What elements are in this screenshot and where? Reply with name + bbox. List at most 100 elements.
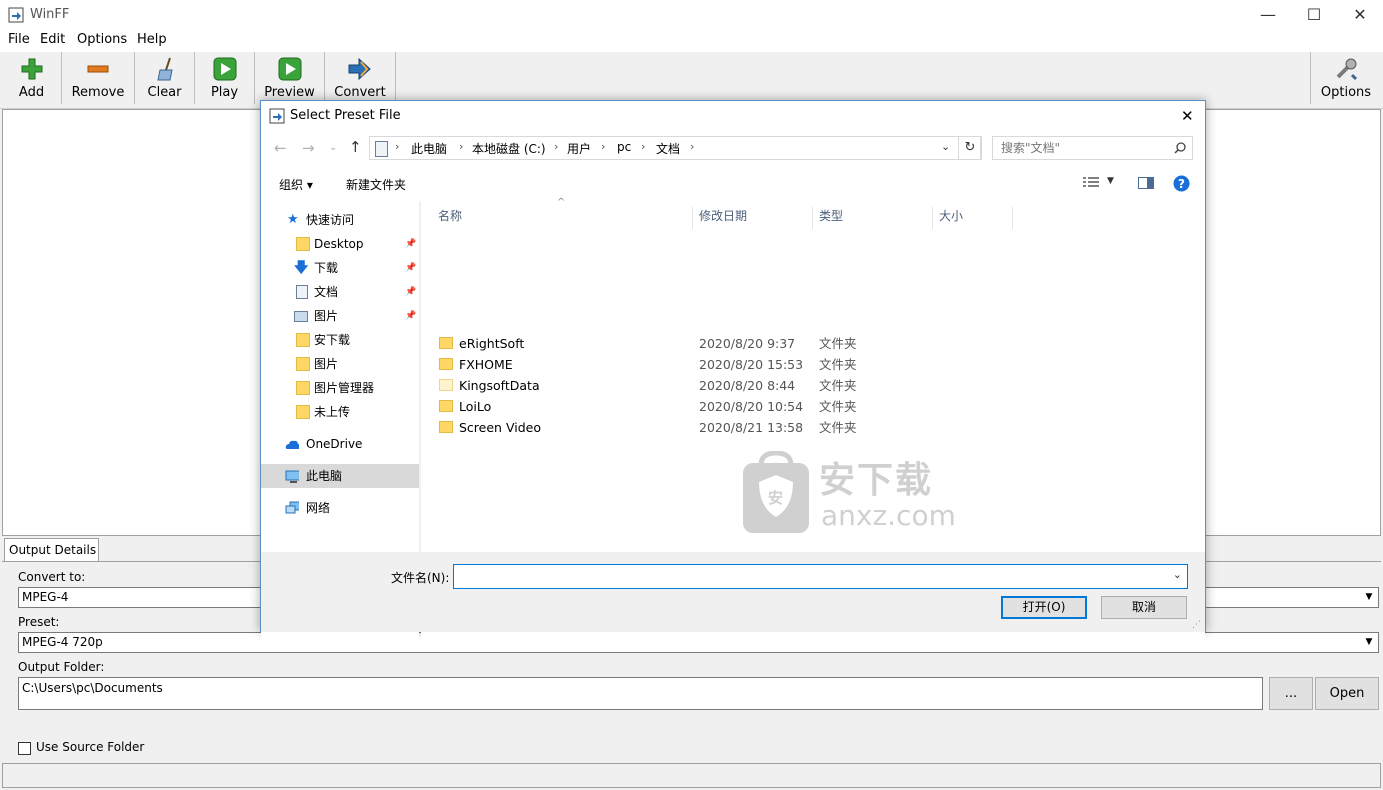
folder-icon xyxy=(296,333,310,347)
tab-output-details[interactable]: Output Details xyxy=(4,538,99,562)
forward-arrow-icon[interactable]: → xyxy=(302,139,315,157)
broom-icon xyxy=(156,57,173,81)
preview-icon xyxy=(278,57,301,81)
open-button[interactable]: 打开(O) xyxy=(1001,596,1087,619)
preview-button[interactable]: Preview xyxy=(255,52,325,104)
view-options-icon[interactable] xyxy=(1083,177,1099,189)
nav-downloads[interactable]: 🡇 下载 📌 xyxy=(261,256,419,280)
column-date-modified[interactable]: 修改日期 xyxy=(699,207,813,229)
file-row[interactable]: eRightSoft 2020/8/20 9:37 文件夹 xyxy=(439,333,1199,354)
pin-icon: 📌 xyxy=(405,239,417,249)
watermark: 安 安下载 anxz.com xyxy=(741,451,961,541)
cancel-button[interactable]: 取消 xyxy=(1101,596,1187,619)
preview-pane-icon[interactable] xyxy=(1138,177,1154,189)
menu-help[interactable]: Help xyxy=(133,32,171,47)
dialog-footer: 文件名(N): ⌄ 打开(O) 取消 ⋰ xyxy=(261,552,1205,632)
app-icon xyxy=(8,7,24,23)
nav-onedrive[interactable]: OneDrive xyxy=(261,432,419,456)
play-icon xyxy=(213,57,236,81)
menu-edit[interactable]: Edit xyxy=(36,32,69,47)
nav-network[interactable]: 网络 xyxy=(261,496,419,520)
column-size[interactable]: 大小 xyxy=(939,207,1013,229)
folder-icon xyxy=(439,358,453,370)
menu-options[interactable]: Options xyxy=(73,32,131,47)
recent-chevron-icon[interactable]: ⌄ xyxy=(329,142,337,153)
refresh-icon: ↻ xyxy=(964,140,976,155)
dialog-close-button[interactable]: ✕ xyxy=(1181,107,1194,125)
convert-to-label: Convert to: xyxy=(18,570,86,584)
pin-icon: 📌 xyxy=(405,263,417,273)
network-icon xyxy=(285,501,299,514)
breadcrumb-local-disk[interactable]: 本地磁盘 (C:) xyxy=(472,140,546,157)
column-name[interactable]: 名称 xyxy=(438,207,693,229)
navigation-row: ← → ⌄ ↑ › 此电脑 › 本地磁盘 (C:) › 用户 › pc › 文档… xyxy=(261,131,1205,167)
view-dropdown-icon[interactable]: ▼ xyxy=(1107,176,1114,186)
folder-icon xyxy=(296,357,310,371)
chevron-down-icon: ▼ xyxy=(1365,637,1373,647)
breadcrumb-this-pc[interactable]: 此电脑 xyxy=(411,140,447,157)
close-button[interactable]: ✕ xyxy=(1337,0,1383,30)
breadcrumb-documents[interactable]: 文档 xyxy=(656,140,680,157)
nav-desktop[interactable]: Desktop 📌 xyxy=(261,232,419,256)
use-source-folder-checkbox[interactable] xyxy=(18,742,31,755)
pin-icon: 📌 xyxy=(405,287,417,297)
add-button[interactable]: Add xyxy=(2,52,62,104)
organize-button[interactable]: 组织 ▾ xyxy=(279,176,313,193)
computer-icon xyxy=(285,470,299,483)
new-folder-button[interactable]: 新建文件夹 xyxy=(346,176,406,193)
status-bar xyxy=(2,763,1381,788)
breadcrumb-pc[interactable]: pc xyxy=(617,140,631,154)
filename-input[interactable]: ⌄ xyxy=(453,564,1188,589)
svg-text:?: ? xyxy=(1178,177,1185,191)
nav-quick-access[interactable]: ★ 快速访问 xyxy=(261,208,419,232)
dialog-title-bar: Select Preset File ✕ xyxy=(261,101,1205,131)
nav-an-download[interactable]: 安下载 xyxy=(261,328,419,352)
star-icon: ★ xyxy=(287,212,299,227)
play-button[interactable]: Play xyxy=(195,52,255,104)
cloud-icon xyxy=(285,440,299,449)
breadcrumb-users[interactable]: 用户 xyxy=(567,140,591,157)
search-input[interactable]: 搜索"文档" xyxy=(992,136,1193,160)
file-row[interactable]: Screen Video 2020/8/21 13:58 文件夹 xyxy=(439,417,1199,438)
remove-button[interactable]: Remove xyxy=(62,52,135,104)
up-arrow-icon[interactable]: ↑ xyxy=(349,138,362,156)
nav-picture-manager[interactable]: 图片管理器 xyxy=(261,376,419,400)
command-bar: 组织 ▾ 新建文件夹 ▼ ? xyxy=(261,167,1205,201)
options-button[interactable]: Options xyxy=(1310,52,1381,104)
file-row[interactable]: LoiLo 2020/8/20 10:54 文件夹 xyxy=(439,396,1199,417)
output-folder-field[interactable]: C:\Users\pc\Documents xyxy=(18,677,1263,710)
title-bar: WinFF — ☐ ✕ xyxy=(0,0,1383,30)
nav-this-pc[interactable]: 此电脑 xyxy=(261,464,419,488)
filename-dropdown-icon[interactable]: ⌄ xyxy=(1173,568,1182,581)
file-row[interactable]: KingsoftData 2020/8/20 8:44 文件夹 xyxy=(439,375,1199,396)
nav-pictures-folder[interactable]: 图片 xyxy=(261,352,419,376)
plus-icon xyxy=(21,58,42,80)
address-bar[interactable]: › 此电脑 › 本地磁盘 (C:) › 用户 › pc › 文档 › ⌄ xyxy=(369,136,981,160)
maximize-button[interactable]: ☐ xyxy=(1291,0,1337,30)
nav-documents[interactable]: 文档 📌 xyxy=(261,280,419,304)
folder-icon xyxy=(439,400,453,412)
resize-grip-icon[interactable]: ⋰ xyxy=(1192,620,1201,630)
column-type[interactable]: 类型 xyxy=(819,207,933,229)
convert-button[interactable]: Convert xyxy=(325,52,396,104)
nav-pictures[interactable]: 图片 📌 xyxy=(261,304,419,328)
folder-icon xyxy=(439,379,453,391)
address-dropdown-icon[interactable]: ⌄ xyxy=(941,140,950,153)
window-title: WinFF xyxy=(30,7,70,22)
menu-file[interactable]: File xyxy=(4,32,34,47)
folder-icon xyxy=(439,421,453,433)
download-arrow-icon: 🡇 xyxy=(294,260,309,276)
back-arrow-icon[interactable]: ← xyxy=(274,139,287,157)
minimize-button[interactable]: — xyxy=(1245,0,1291,30)
document-icon xyxy=(296,285,308,299)
file-row[interactable]: FXHOME 2020/8/20 15:53 文件夹 xyxy=(439,354,1199,375)
refresh-button[interactable]: ↻ xyxy=(958,136,982,160)
app-icon xyxy=(269,108,285,124)
help-icon[interactable]: ? xyxy=(1173,175,1190,192)
nav-not-uploaded[interactable]: 未上传 xyxy=(261,400,419,424)
search-icon xyxy=(1174,142,1186,154)
clear-button[interactable]: Clear xyxy=(135,52,195,104)
browse-folder-button[interactable]: ... xyxy=(1269,677,1313,710)
menu-bar: File Edit Options Help xyxy=(0,30,1383,52)
open-folder-button[interactable]: Open xyxy=(1315,677,1379,710)
